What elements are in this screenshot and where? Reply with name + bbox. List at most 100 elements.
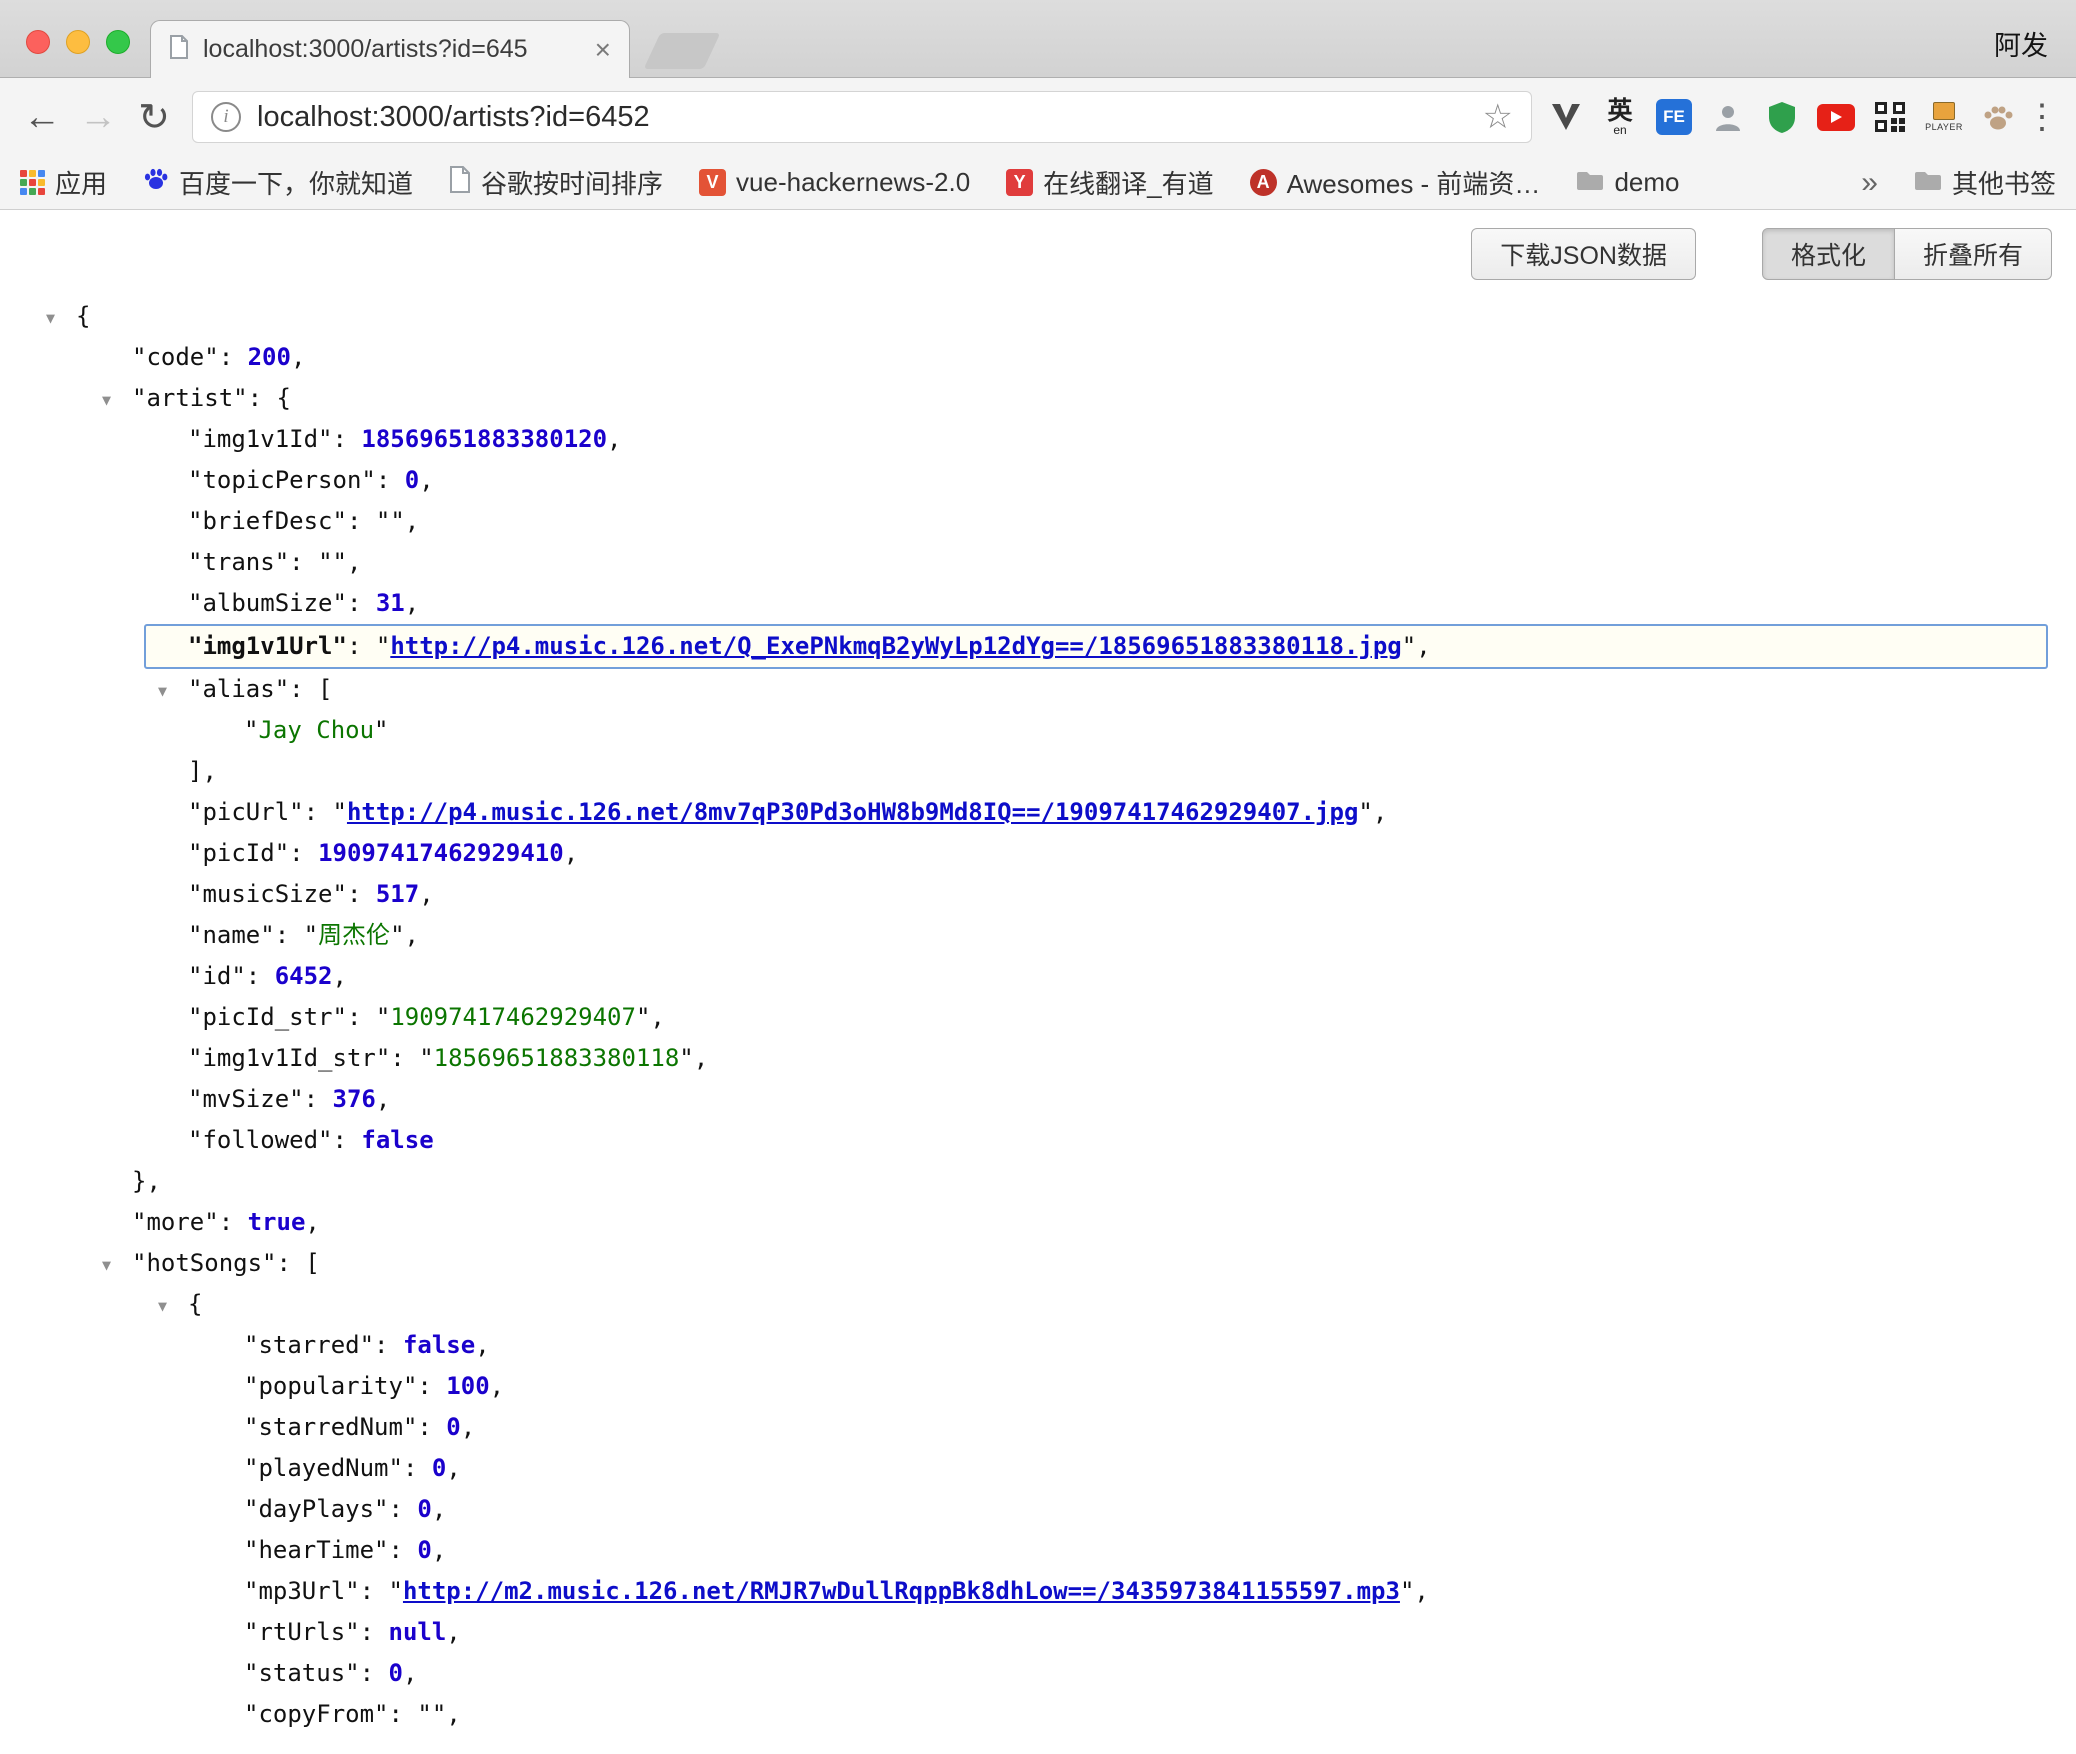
json-line: "name": "周杰伦", xyxy=(0,915,2076,956)
maximize-window-button[interactable] xyxy=(106,30,130,54)
bookmark-item-google-sort[interactable]: 谷歌按时间排序 xyxy=(449,164,663,201)
other-bookmarks-folder[interactable]: 其他书签 xyxy=(1914,164,2056,201)
collapse-all-button[interactable]: 折叠所有 xyxy=(1895,228,2052,280)
page-content: 下载JSON数据 格式化 折叠所有 ▼{"code": 200,▼"artist… xyxy=(0,210,2076,1754)
bookmark-label: demo xyxy=(1614,167,1679,198)
tab-strip: localhost:3000/artists?id=645 × 阿发 xyxy=(0,0,2076,78)
browser-toolbar: ← → ↻ i localhost:3000/artists?id=6452 ☆… xyxy=(0,78,2076,156)
json-line: }, xyxy=(0,1161,2076,1202)
json-viewer: ▼{"code": 200,▼"artist": {"img1v1Id": 18… xyxy=(0,296,2076,1735)
bookmark-item-vue-hackernews[interactable]: V vue-hackernews-2.0 xyxy=(699,167,970,198)
folder-icon xyxy=(1914,167,1942,198)
json-line: "starredNum": 0, xyxy=(0,1407,2076,1448)
json-url-link[interactable]: http://p4.music.126.net/8mv7qP30Pd3oHW8b… xyxy=(347,798,1358,826)
folder-icon xyxy=(1576,167,1604,198)
bookmark-item-baidu[interactable]: 百度一下，你就知道 xyxy=(143,164,413,201)
format-button[interactable]: 格式化 xyxy=(1762,228,1895,280)
bookmark-label: 百度一下，你就知道 xyxy=(179,164,413,201)
bookmark-star-icon[interactable]: ☆ xyxy=(1483,97,1513,137)
dark-v-extension-icon[interactable] xyxy=(1542,91,1590,143)
json-line: "hearTime": 0, xyxy=(0,1530,2076,1571)
json-line: ▼"alias": [ xyxy=(0,669,2076,710)
address-bar[interactable]: i localhost:3000/artists?id=6452 ☆ xyxy=(192,91,1532,143)
collapse-expander-icon[interactable]: ▼ xyxy=(46,298,55,339)
json-line: "musicSize": 517, xyxy=(0,874,2076,915)
tab-title: localhost:3000/artists?id=645 xyxy=(203,35,581,64)
collapse-expander-icon[interactable]: ▼ xyxy=(158,671,167,712)
bookmark-item-apps[interactable]: 应用 xyxy=(20,164,107,201)
json-line: "albumSize": 31, xyxy=(0,583,2076,624)
extension-area: 英 en FE PLAYER xyxy=(1542,91,2022,143)
json-line: "starred": false, xyxy=(0,1325,2076,1366)
json-line: "status": 0, xyxy=(0,1653,2076,1694)
youtube-extension-icon[interactable] xyxy=(1812,91,1860,143)
shield-extension-icon[interactable] xyxy=(1758,91,1806,143)
page-info-icon[interactable]: i xyxy=(211,102,241,132)
json-line: "img1v1Id_str": "18569651883380118", xyxy=(0,1038,2076,1079)
url-text[interactable]: localhost:3000/artists?id=6452 xyxy=(257,101,1467,134)
translate-extension-icon[interactable]: 英 en xyxy=(1596,91,1644,143)
new-tab-button[interactable] xyxy=(644,33,721,69)
json-url-link[interactable]: http://m2.music.126.net/RMJR7wDullRqppBk… xyxy=(403,1577,1400,1605)
document-icon xyxy=(449,166,471,200)
profile-extension-icon[interactable] xyxy=(1704,91,1752,143)
json-line: "picId": 19097417462929410, xyxy=(0,833,2076,874)
json-line: "picId_str": "19097417462929407", xyxy=(0,997,2076,1038)
reload-button[interactable]: ↻ xyxy=(126,89,182,145)
bookmark-item-youdao[interactable]: Y 在线翻译_有道 xyxy=(1006,164,1213,201)
other-bookmarks-label: 其他书签 xyxy=(1952,164,2056,201)
json-line: "copyFrom": "", xyxy=(0,1694,2076,1735)
bookmark-item-demo[interactable]: demo xyxy=(1576,167,1679,198)
player-extension-icon[interactable]: PLAYER xyxy=(1920,91,1968,143)
page-favicon-icon xyxy=(169,35,189,65)
collapse-expander-icon[interactable]: ▼ xyxy=(158,1286,167,1327)
profile-name[interactable]: 阿发 xyxy=(1994,24,2048,63)
vue-icon: V xyxy=(699,169,726,196)
json-line: ▼{ xyxy=(0,296,2076,337)
view-mode-segmented-control: 格式化 折叠所有 xyxy=(1762,228,2052,280)
json-line: "popularity": 100, xyxy=(0,1366,2076,1407)
json-line: ▼"hotSongs": [ xyxy=(0,1243,2076,1284)
json-line: "mp3Url": "http://m2.music.126.net/RMJR7… xyxy=(0,1571,2076,1612)
paw-extension-icon[interactable] xyxy=(1974,91,2022,143)
tab-close-icon[interactable]: × xyxy=(595,36,611,64)
json-line: "followed": false xyxy=(0,1120,2076,1161)
json-line: "dayPlays": 0, xyxy=(0,1489,2076,1530)
browser-tab[interactable]: localhost:3000/artists?id=645 × xyxy=(150,20,630,78)
json-line: ], xyxy=(0,751,2076,792)
browser-menu-icon[interactable]: ⋮ xyxy=(2022,97,2062,137)
download-json-button[interactable]: 下载JSON数据 xyxy=(1471,228,1696,280)
back-button[interactable]: ← xyxy=(14,89,70,145)
json-line: "mvSize": 376, xyxy=(0,1079,2076,1120)
bookmark-label: 谷歌按时间排序 xyxy=(481,164,663,201)
bookmark-item-awesomes[interactable]: A Awesomes - 前端资… xyxy=(1250,164,1541,201)
json-line: "Jay Chou" xyxy=(0,710,2076,751)
bookmark-label: Awesomes - 前端资… xyxy=(1287,164,1541,201)
collapse-expander-icon[interactable]: ▼ xyxy=(102,380,111,421)
json-line: "img1v1Id": 18569651883380120, xyxy=(0,419,2076,460)
json-line: "code": 200, xyxy=(0,337,2076,378)
close-window-button[interactable] xyxy=(26,30,50,54)
bookmark-label: 在线翻译_有道 xyxy=(1043,164,1213,201)
json-line: "playedNum": 0, xyxy=(0,1448,2076,1489)
json-line: "more": true, xyxy=(0,1202,2076,1243)
apps-grid-icon xyxy=(20,170,45,195)
bookmark-label: 应用 xyxy=(55,164,107,201)
json-line: "img1v1Url": "http://p4.music.126.net/Q_… xyxy=(144,624,2048,669)
json-line: "briefDesc": "", xyxy=(0,501,2076,542)
youdao-icon: Y xyxy=(1006,169,1033,196)
json-line: "id": 6452, xyxy=(0,956,2076,997)
forward-button[interactable]: → xyxy=(70,89,126,145)
collapse-expander-icon[interactable]: ▼ xyxy=(102,1245,111,1286)
bookmarks-overflow-chevron[interactable]: » xyxy=(1861,166,1878,200)
json-line: "rtUrls": null, xyxy=(0,1612,2076,1653)
json-line: "picUrl": "http://p4.music.126.net/8mv7q… xyxy=(0,792,2076,833)
minimize-window-button[interactable] xyxy=(66,30,90,54)
qr-code-extension-icon[interactable] xyxy=(1866,91,1914,143)
window-controls xyxy=(26,30,130,54)
fe-extension-icon[interactable]: FE xyxy=(1650,91,1698,143)
json-url-link[interactable]: http://p4.music.126.net/Q_ExePNkmqB2yWyL… xyxy=(390,632,1401,660)
bookmark-label: vue-hackernews-2.0 xyxy=(736,167,970,198)
baidu-paw-icon xyxy=(143,166,169,199)
json-line: "topicPerson": 0, xyxy=(0,460,2076,501)
